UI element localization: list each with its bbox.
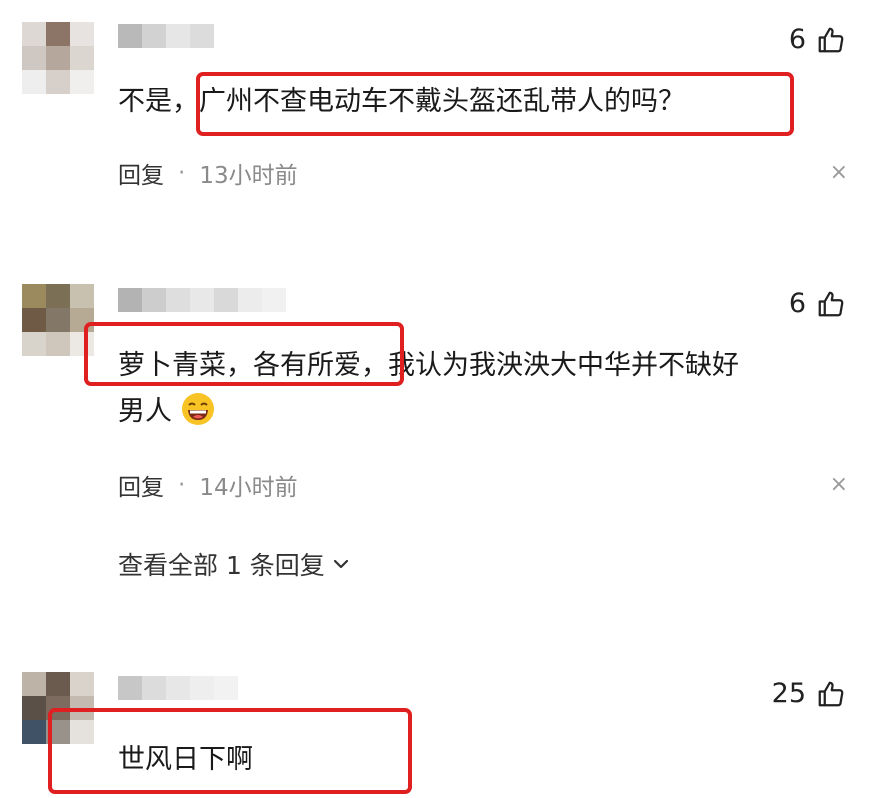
comment-text-rest: ，我认为我泱泱大中华并不缺好 bbox=[361, 350, 739, 381]
avatar[interactable] bbox=[22, 22, 94, 94]
thumbs-up-icon[interactable] bbox=[816, 25, 846, 55]
grinning-face-emoji bbox=[181, 393, 214, 425]
reply-button[interactable]: 回复 bbox=[118, 156, 164, 190]
username-blurred[interactable] bbox=[118, 288, 286, 312]
thumbs-up-icon[interactable] bbox=[816, 289, 846, 319]
comment-text-prefix: 不是， bbox=[118, 86, 199, 117]
comment-meta: 回复 · 13小时前 bbox=[118, 156, 298, 190]
comment-meta: 回复 · 14小时前 bbox=[118, 468, 298, 502]
username-blurred[interactable] bbox=[118, 24, 214, 48]
comment-text-line-2-text: 男人 bbox=[118, 396, 172, 427]
chevron-down-icon bbox=[333, 559, 348, 569]
highlight-box bbox=[196, 72, 794, 136]
like-control[interactable]: 6 bbox=[789, 288, 846, 319]
thumbs-up-icon[interactable] bbox=[816, 679, 846, 709]
highlight-box bbox=[48, 708, 412, 794]
like-control[interactable]: 6 bbox=[789, 24, 846, 55]
username-blurred[interactable] bbox=[118, 676, 238, 700]
like-count: 25 bbox=[771, 678, 806, 709]
comment-time: 14小时前 bbox=[199, 475, 298, 501]
view-all-replies-label: 查看全部 1 条回复 bbox=[118, 551, 325, 580]
like-control[interactable]: 25 bbox=[772, 678, 846, 709]
meta-separator: · bbox=[178, 160, 186, 186]
like-count: 6 bbox=[788, 24, 806, 55]
close-icon[interactable]: × bbox=[830, 472, 848, 497]
reply-button[interactable]: 回复 bbox=[118, 468, 164, 502]
comment-text-line-2: 男人 bbox=[118, 386, 215, 438]
close-icon[interactable]: × bbox=[830, 160, 848, 185]
comment-time: 13小时前 bbox=[199, 163, 298, 189]
view-all-replies-link[interactable]: 查看全部 1 条回复 bbox=[118, 546, 351, 582]
highlight-box bbox=[84, 322, 404, 386]
meta-separator: · bbox=[178, 472, 186, 498]
like-count: 6 bbox=[788, 288, 806, 319]
